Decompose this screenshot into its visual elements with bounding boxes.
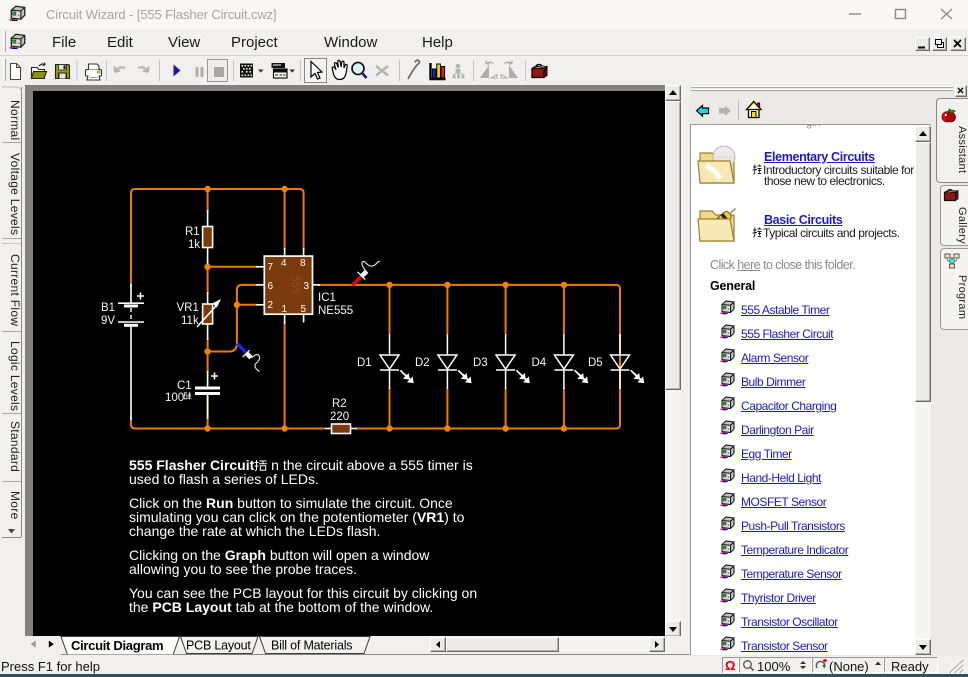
svg-text:220: 220: [330, 411, 349, 423]
svg-text:D3: D3: [473, 357, 488, 369]
svg-text:IC1: IC1: [318, 292, 336, 304]
svg-text:D4: D4: [532, 357, 547, 369]
svg-text:100: 100: [165, 392, 184, 404]
svg-text:Bill of Materials: Bill of Materials: [271, 639, 352, 653]
svg-text:3: 3: [304, 281, 310, 292]
svg-text:D5: D5: [588, 357, 603, 369]
svg-text:5: 5: [301, 304, 307, 315]
svg-text:NE555: NE555: [318, 305, 353, 317]
svg-text:R2: R2: [332, 398, 347, 410]
svg-text:C1: C1: [177, 380, 192, 392]
svg-text:D1: D1: [357, 357, 372, 369]
svg-text:9V: 9V: [101, 315, 115, 327]
svg-text:2: 2: [268, 300, 274, 311]
svg-text:6: 6: [268, 281, 274, 292]
svg-text:VR1: VR1: [177, 302, 199, 314]
svg-text:11k: 11k: [181, 315, 199, 327]
svg-text:555: 555: [290, 276, 301, 294]
svg-text:4: 4: [281, 258, 287, 269]
svg-text:B1: B1: [101, 302, 115, 314]
svg-text:1: 1: [282, 304, 288, 315]
svg-text:Circuit Diagram: Circuit Diagram: [71, 638, 163, 653]
svg-text:R1: R1: [185, 226, 200, 238]
svg-text:8: 8: [300, 258, 306, 269]
svg-text:D2: D2: [415, 357, 430, 369]
svg-text:1k: 1k: [188, 239, 200, 251]
svg-text:7: 7: [268, 262, 274, 273]
svg-text:PCB Layout: PCB Layout: [186, 639, 251, 653]
